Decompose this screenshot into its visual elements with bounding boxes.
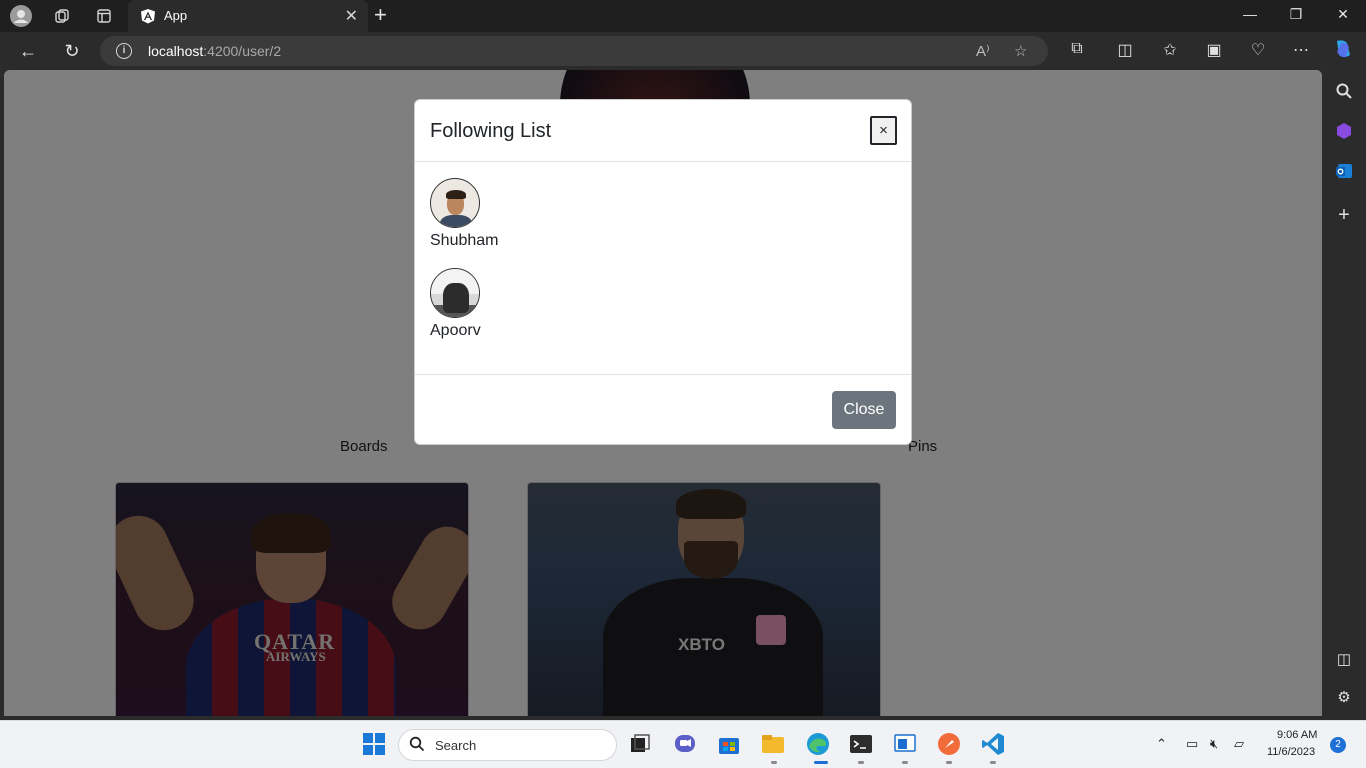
tab-app[interactable]: App ✕ [128, 0, 368, 32]
angular-logo-icon [141, 9, 155, 24]
following-user-item[interactable]: Apoorv [430, 268, 481, 340]
avatar[interactable] [430, 268, 480, 318]
following-user-item[interactable]: Shubham [430, 178, 499, 250]
tab-actions-icon[interactable] [93, 5, 115, 27]
microsoft-store-icon[interactable] [716, 731, 742, 757]
search-icon [409, 736, 425, 752]
browser-window: App ✕ + — ❐ ✕ ← ↻ i localhost:4200/user/… [0, 0, 1366, 720]
favorites-icon[interactable]: ✩ [1159, 40, 1181, 60]
copilot-sidebar-icon[interactable] [1334, 122, 1354, 142]
split-screen-icon[interactable]: ◫ [1114, 40, 1136, 60]
clock-time[interactable]: 9:06 AM [1277, 729, 1317, 741]
address-bar[interactable]: i localhost:4200/user/2 A⁾ ☆ [100, 36, 1048, 66]
close-button[interactable]: Close [832, 391, 896, 429]
close-icon[interactable]: ✕ [345, 6, 358, 26]
settings-gear-icon[interactable]: ⚙ [1334, 688, 1354, 708]
profile-icon[interactable] [10, 5, 32, 27]
back-icon[interactable]: ← [16, 40, 40, 62]
extensions-icon[interactable]: ⧉ [1066, 40, 1088, 58]
url-text[interactable]: localhost:4200/user/2 [148, 43, 281, 59]
modal-header: Following List × [415, 100, 911, 162]
edge-browser-icon[interactable] [805, 731, 831, 757]
user-name[interactable]: Apoorv [430, 322, 481, 340]
task-view-icon[interactable] [627, 731, 653, 757]
tab-title: App [164, 8, 188, 23]
clock-date[interactable]: 11/6/2023 [1267, 746, 1315, 758]
add-icon[interactable]: + [1334, 204, 1354, 226]
notification-badge[interactable]: 2 [1330, 737, 1346, 753]
search-icon[interactable] [1334, 82, 1354, 102]
chevron-up-icon[interactable]: ⌃ [1156, 736, 1167, 752]
avatar[interactable] [430, 178, 480, 228]
teams-chat-icon[interactable] [672, 731, 698, 757]
modal-title: Following List [430, 120, 552, 142]
windows-start-icon[interactable] [361, 731, 387, 757]
copilot-icon[interactable] [1332, 38, 1354, 65]
terminal-icon[interactable] [848, 731, 874, 757]
new-tab-icon[interactable]: + [374, 4, 387, 26]
title-bar: App ✕ + — ❐ ✕ [0, 0, 1366, 32]
modal-footer: Close [415, 374, 911, 444]
refresh-icon[interactable]: ↻ [60, 40, 84, 62]
battery-icon[interactable]: ▱ [1234, 736, 1244, 752]
search-placeholder: Search [435, 738, 477, 753]
windows-taskbar: Search ⌃ ▭ 🔇︎ ▱ 9:06 AM 11/6/2023 2 [0, 720, 1366, 768]
address-toolbar: ← ↻ i localhost:4200/user/2 A⁾ ☆ ⧉ ◫ ✩ ▣… [0, 32, 1366, 70]
network-icon[interactable]: ▭ [1186, 736, 1198, 752]
volume-muted-icon[interactable]: 🔇︎ [1210, 736, 1218, 752]
browser-essentials-icon[interactable]: ♡ [1247, 40, 1269, 60]
favorite-star-icon[interactable]: ☆ [1014, 42, 1027, 60]
read-aloud-icon[interactable]: A⁾ [976, 42, 990, 60]
edge-sidebar: + ◫ ⚙ [1322, 70, 1366, 720]
workspaces-icon[interactable] [51, 5, 73, 27]
outlook-icon[interactable] [1334, 162, 1354, 182]
file-explorer-icon[interactable] [760, 731, 786, 757]
info-icon[interactable]: i [116, 43, 132, 59]
modal-x-close-button[interactable]: × [870, 116, 897, 145]
window-close-icon[interactable]: ✕ [1333, 6, 1353, 23]
postman-icon[interactable] [936, 731, 962, 757]
sidebar-toggle-icon[interactable]: ◫ [1334, 650, 1354, 670]
collections-icon[interactable]: ▣ [1203, 40, 1225, 60]
user-name[interactable]: Shubham [430, 232, 499, 250]
remote-desktop-icon[interactable] [892, 731, 918, 757]
following-list-modal: Following List × Shubham Apoorv Close [414, 99, 912, 445]
vscode-icon[interactable] [980, 731, 1006, 757]
restore-icon[interactable]: ❐ [1286, 6, 1306, 23]
taskbar-search-box[interactable]: Search [398, 729, 617, 761]
more-icon[interactable]: ⋯ [1290, 40, 1312, 60]
minimize-icon[interactable]: — [1240, 6, 1260, 22]
